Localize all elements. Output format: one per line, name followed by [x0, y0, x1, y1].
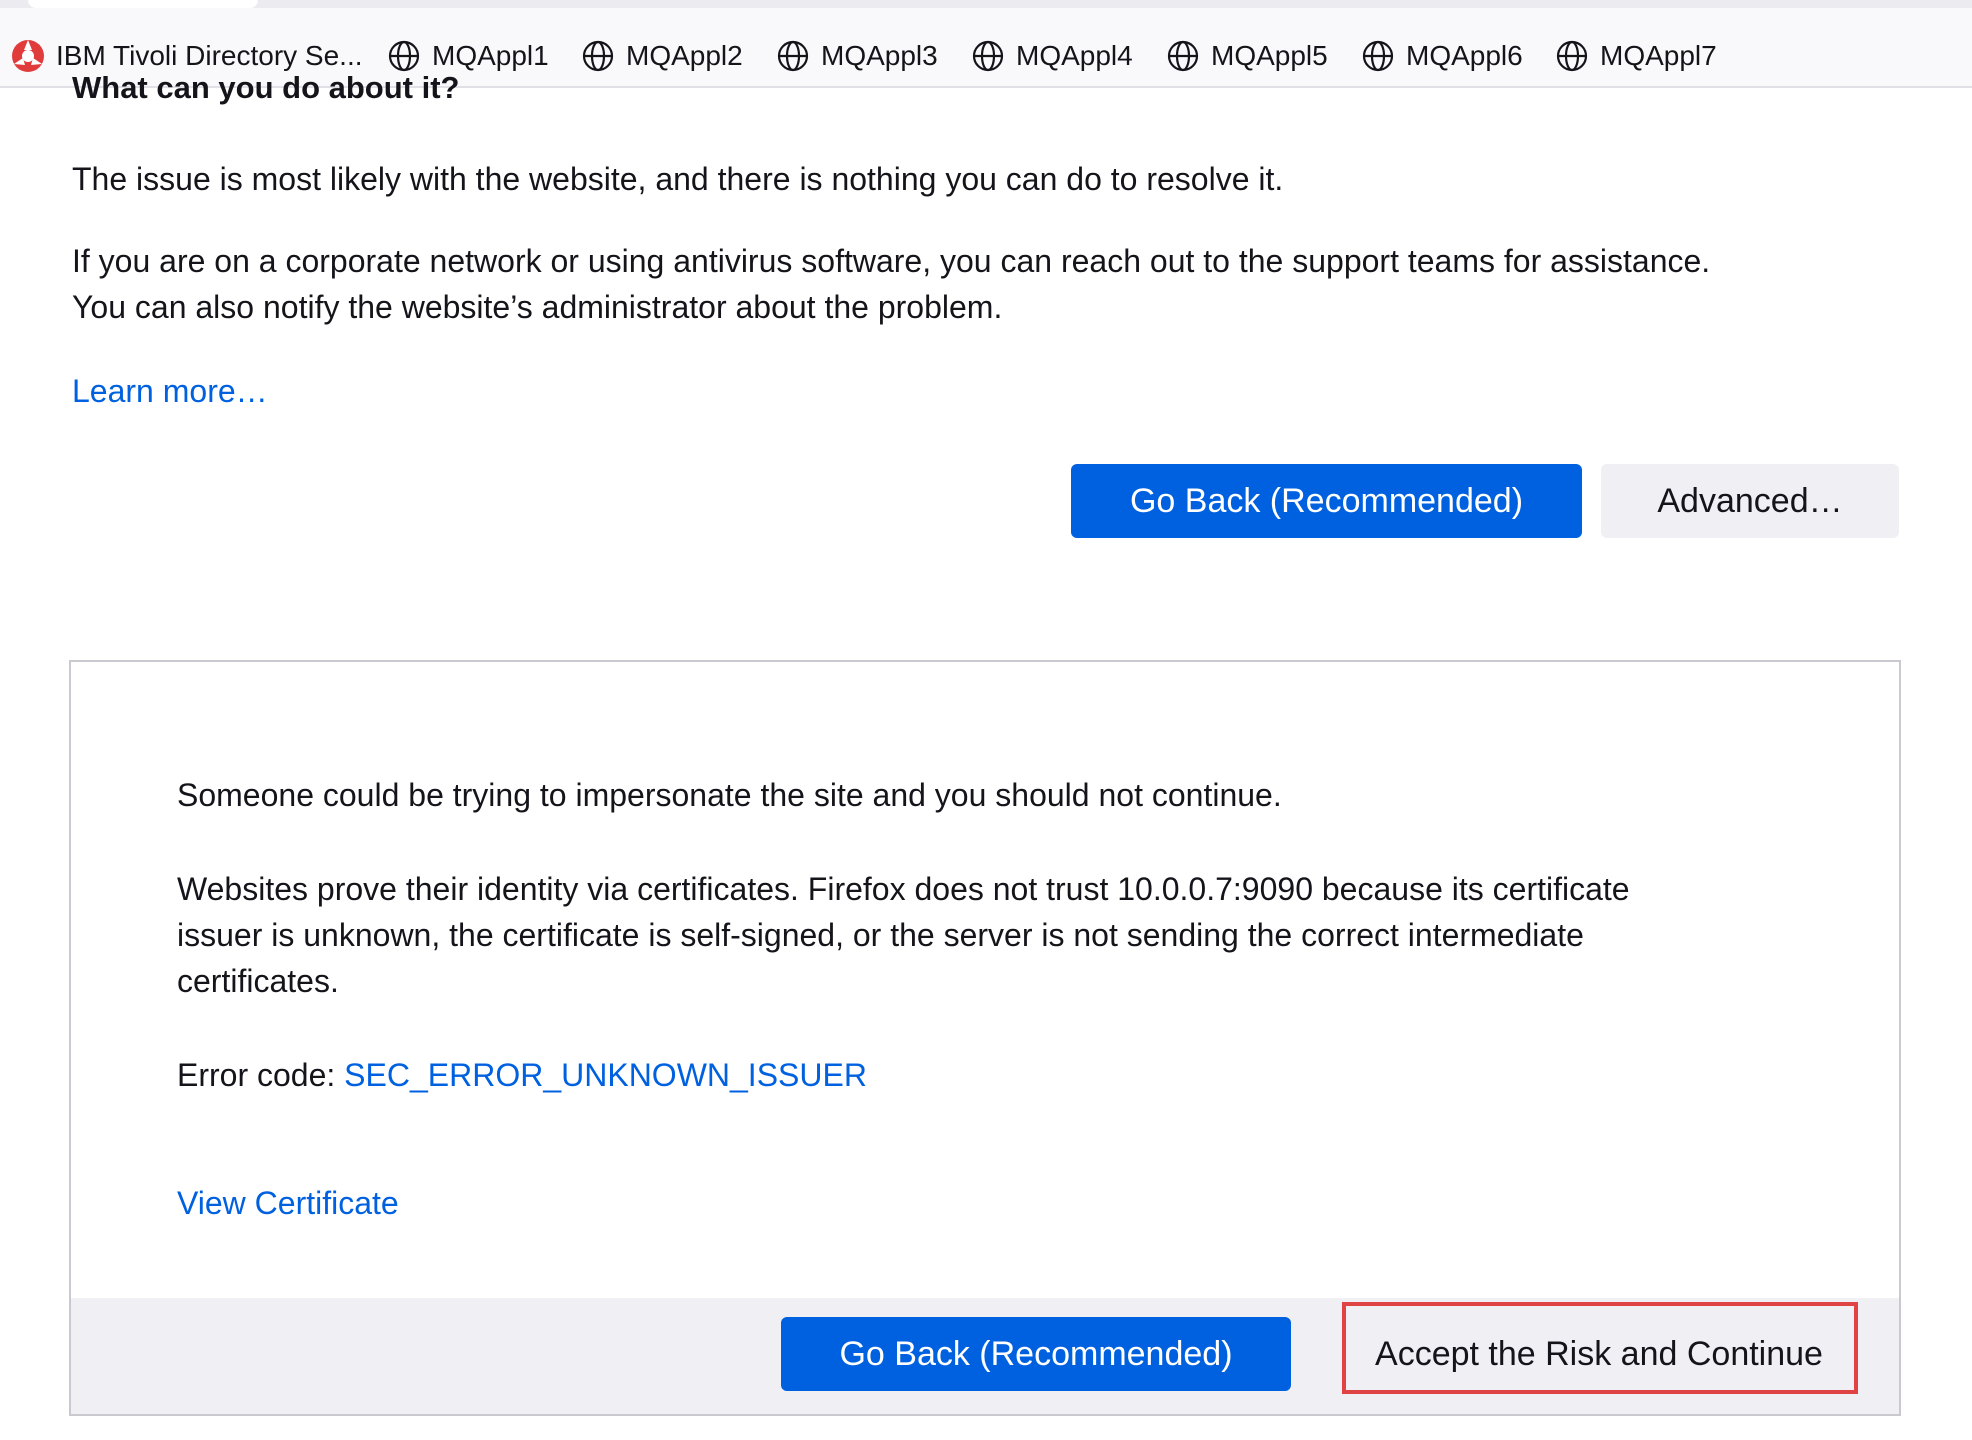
bookmark-label: MQAppl4 [1016, 40, 1133, 71]
bookmark-label: MQAppl3 [821, 40, 938, 71]
advanced-panel: Someone could be trying to impersonate t… [69, 660, 1901, 1416]
globe-icon [386, 38, 422, 74]
bookmark-label: MQAppl7 [1600, 40, 1717, 71]
bookmarks-toolbar: IBM Tivoli Directory Se... MQAppl1 MQApp… [0, 0, 1972, 88]
bookmark-ibm-tivoli[interactable]: IBM Tivoli Directory Se... [10, 36, 363, 76]
certificate-line-3: certificates. [177, 963, 339, 999]
globe-icon [775, 38, 811, 74]
bookmark-mqappl5[interactable]: MQAppl5 [1165, 36, 1328, 76]
bookmark-label: MQAppl2 [626, 40, 743, 71]
resolution-paragraph: The issue is most likely with the websit… [72, 161, 1284, 197]
accept-risk-button[interactable]: Accept the Risk and Continue [1311, 1317, 1887, 1391]
view-certificate-link[interactable]: View Certificate [177, 1185, 399, 1221]
bookmark-mqappl7[interactable]: MQAppl7 [1554, 36, 1717, 76]
error-code-label: Error code: [177, 1057, 345, 1093]
view-certificate-row: View Certificate [177, 1180, 1817, 1226]
support-line-2: You can also notify the website’s admini… [72, 289, 1003, 325]
certificate-line-2: issuer is unknown, the certificate is se… [177, 917, 1584, 953]
certificate-line-1: Websites prove their identity via certif… [177, 871, 1630, 907]
section-heading: What can you do about it? [72, 76, 459, 114]
bookmark-mqappl3[interactable]: MQAppl3 [775, 36, 938, 76]
tab-strip [0, 0, 1972, 8]
panel-go-back-button[interactable]: Go Back (Recommended) [781, 1317, 1291, 1391]
certificate-explanation: Websites prove their identity via certif… [177, 866, 1817, 1004]
go-back-button[interactable]: Go Back (Recommended) [1071, 464, 1582, 538]
bookmark-mqappl2[interactable]: MQAppl2 [580, 36, 743, 76]
bookmark-label: MQAppl1 [432, 40, 549, 71]
active-tab-edge[interactable] [28, 0, 258, 8]
bookmark-label: MQAppl5 [1211, 40, 1328, 71]
support-line-1: If you are on a corporate network or usi… [72, 243, 1711, 279]
globe-icon [1360, 38, 1396, 74]
globe-icon [1554, 38, 1590, 74]
ibm-tivoli-icon [10, 38, 46, 74]
advanced-button[interactable]: Advanced… [1601, 464, 1899, 538]
error-code-row: Error code: SEC_ERROR_UNKNOWN_ISSUER [177, 1052, 1817, 1098]
error-code-link[interactable]: SEC_ERROR_UNKNOWN_ISSUER [344, 1057, 867, 1093]
bookmark-mqappl1[interactable]: MQAppl1 [386, 36, 549, 76]
bookmark-mqappl4[interactable]: MQAppl4 [970, 36, 1133, 76]
impersonation-warning: Someone could be trying to impersonate t… [177, 777, 1282, 813]
globe-icon [970, 38, 1006, 74]
bookmark-label: MQAppl6 [1406, 40, 1523, 71]
globe-icon [580, 38, 616, 74]
bookmark-label: IBM Tivoli Directory Se... [56, 40, 363, 71]
support-paragraph: If you are on a corporate network or usi… [72, 238, 1872, 330]
globe-icon [1165, 38, 1201, 74]
bookmark-mqappl6[interactable]: MQAppl6 [1360, 36, 1523, 76]
learn-more-row: Learn more… [72, 368, 1872, 414]
heading-text: What can you do about it? [72, 76, 460, 105]
learn-more-link[interactable]: Learn more… [72, 373, 268, 409]
